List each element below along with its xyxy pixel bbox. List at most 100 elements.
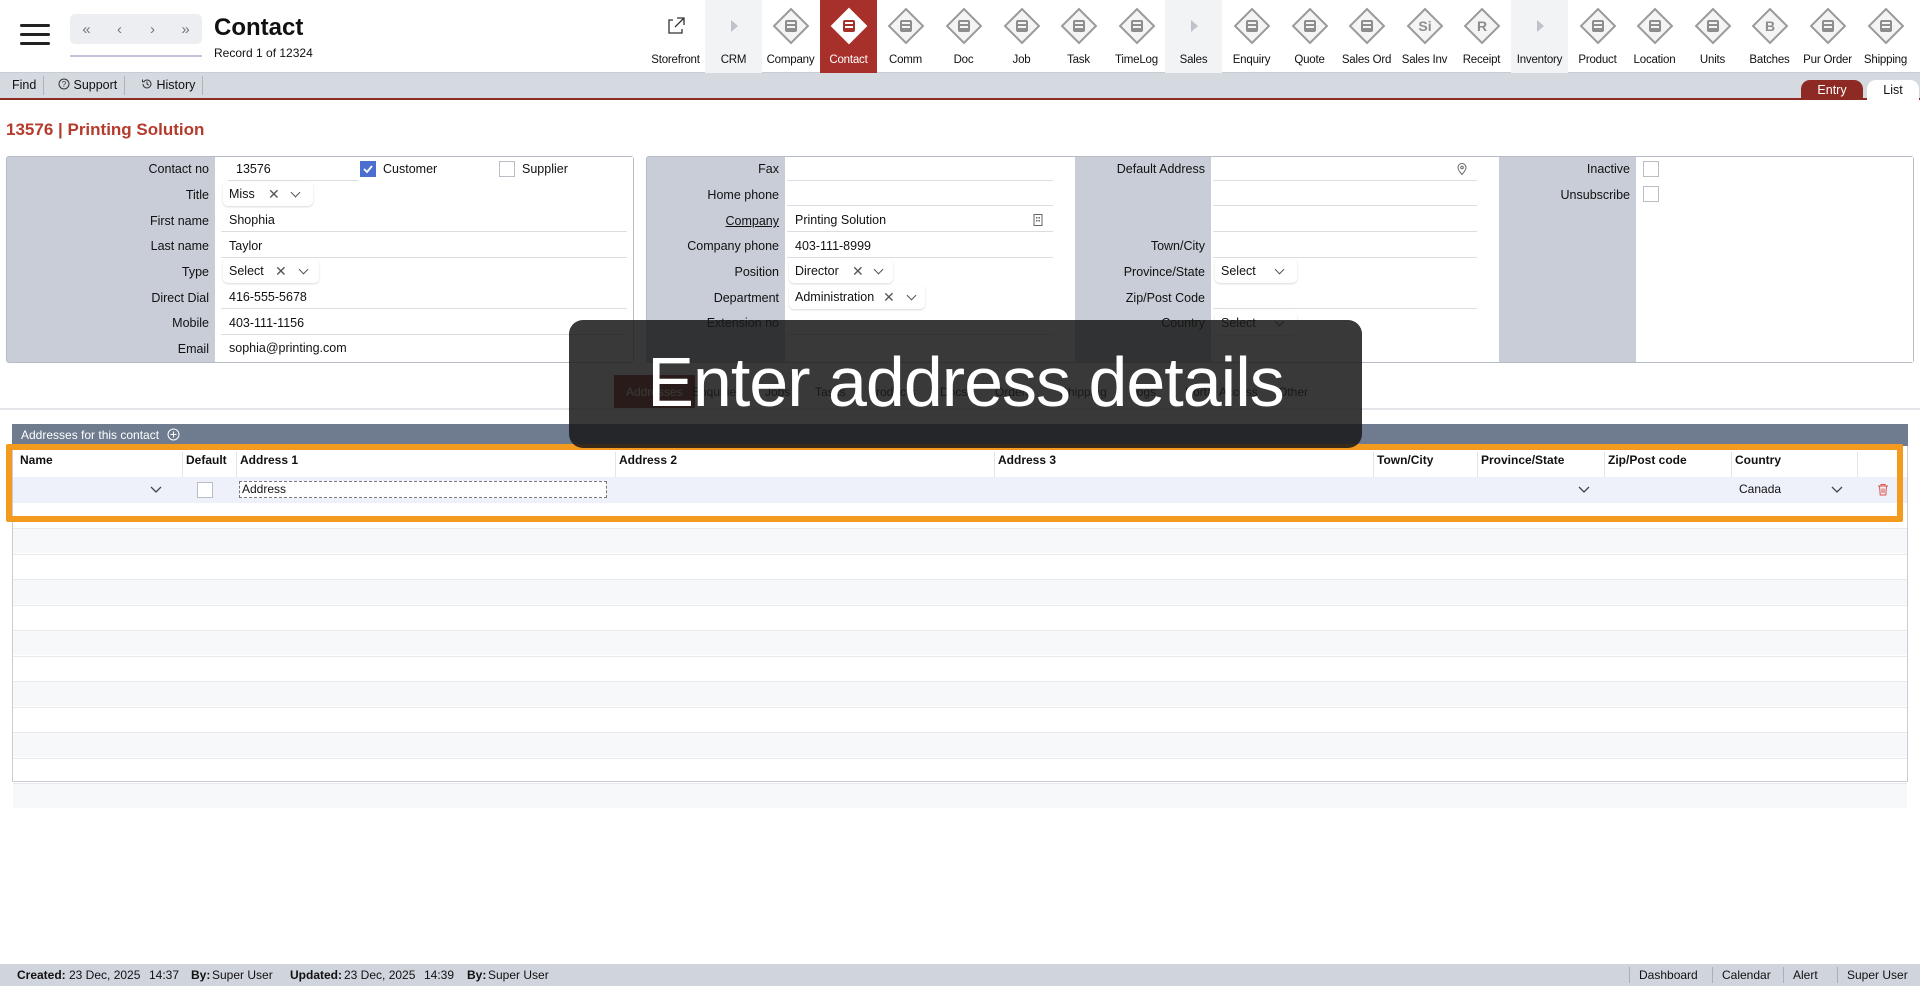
first-record-button[interactable]: «: [70, 14, 103, 44]
support-button[interactable]: ? Support: [58, 73, 126, 98]
module-label: Product: [1578, 54, 1617, 66]
instruction-text: Enter address details: [647, 343, 1285, 421]
position-label: Position: [734, 265, 779, 279]
module-contact[interactable]: Contact: [820, 0, 877, 73]
footer-link-dashboard[interactable]: Dashboard: [1629, 964, 1698, 986]
direct-dial-label: Direct Dial: [151, 291, 209, 305]
svg-text:Si: Si: [1418, 18, 1431, 34]
address-line-field[interactable]: [1213, 182, 1477, 206]
default-address-field[interactable]: [1213, 157, 1477, 181]
job-icon: [1003, 7, 1041, 45]
location-pin-icon[interactable]: [1457, 163, 1467, 175]
footer-link-alert[interactable]: Alert: [1783, 964, 1818, 986]
module-crm[interactable]: CRM: [705, 0, 762, 73]
tab-list[interactable]: List: [1867, 80, 1919, 100]
zip-label: Zip/Post Code: [1125, 291, 1205, 305]
mobile-field[interactable]: 403-111-1156: [221, 311, 627, 335]
grid-header-title: Addresses for this contact: [21, 428, 160, 442]
home-phone-label: Home phone: [707, 188, 779, 202]
module-enquiry[interactable]: Enquiry: [1223, 0, 1280, 73]
module-batches[interactable]: B Batches: [1741, 0, 1798, 73]
module-sales-inv[interactable]: Si Sales Inv: [1396, 0, 1453, 73]
module-company[interactable]: Company: [762, 0, 819, 73]
module-quote[interactable]: Quote: [1281, 0, 1338, 73]
supplier-checkbox[interactable]: [499, 161, 515, 177]
first-name-label: First name: [149, 214, 209, 228]
table-row: [13, 706, 1907, 732]
svg-text:R: R: [1477, 18, 1487, 34]
module-comm[interactable]: Comm: [877, 0, 934, 73]
department-select[interactable]: Administration ✕: [789, 285, 925, 309]
clear-icon[interactable]: ✕: [268, 182, 280, 206]
zip-field[interactable]: [1213, 285, 1477, 309]
fax-field[interactable]: [787, 157, 1053, 181]
clock-icon: [1118, 7, 1156, 45]
first-name-field[interactable]: Shophia: [221, 208, 627, 232]
clear-icon[interactable]: ✕: [852, 259, 864, 283]
town-field[interactable]: [1213, 234, 1477, 258]
find-button[interactable]: Find: [12, 73, 45, 98]
last-record-button[interactable]: »: [169, 14, 202, 44]
company-value: Printing Solution: [795, 213, 887, 227]
address-line-2-field[interactable]: [1213, 208, 1477, 232]
module-location[interactable]: Location: [1626, 0, 1683, 73]
module-doc[interactable]: Doc: [935, 0, 992, 73]
created-time: 14:37: [149, 968, 180, 982]
external-link-icon: [668, 17, 685, 34]
add-circle-icon[interactable]: [167, 428, 180, 441]
module-sales-ord[interactable]: Sales Ord: [1338, 0, 1395, 73]
company-phone-field[interactable]: 403-111-8999: [787, 234, 1053, 258]
find-label: Find: [12, 78, 37, 92]
table-row: [13, 528, 1907, 553]
inactive-checkbox[interactable]: [1643, 161, 1659, 177]
module-job[interactable]: Job: [993, 0, 1050, 73]
svg-text:B: B: [1765, 18, 1775, 34]
table-row: [13, 681, 1907, 706]
province-select[interactable]: Select: [1215, 259, 1297, 283]
home-phone-field[interactable]: [787, 182, 1053, 206]
arrow-right-icon: [731, 20, 738, 32]
previous-record-button[interactable]: ‹: [103, 14, 136, 44]
menu-icon[interactable]: [20, 22, 50, 46]
contact-no-field[interactable]: 13576: [228, 157, 358, 181]
module-sales[interactable]: Sales: [1165, 0, 1222, 73]
clear-icon[interactable]: ✕: [883, 285, 895, 309]
table-row: [13, 732, 1907, 757]
module-units[interactable]: Units: [1684, 0, 1741, 73]
type-select[interactable]: Select ✕: [223, 259, 319, 283]
company-link[interactable]: Company: [647, 214, 780, 228]
company-field[interactable]: Printing Solution: [787, 208, 1053, 232]
unsubscribe-checkbox[interactable]: [1643, 186, 1659, 202]
footer-link-calendar[interactable]: Calendar: [1712, 964, 1771, 986]
help-circle-icon: ?: [58, 78, 70, 90]
module-label: Enquiry: [1232, 54, 1271, 66]
tab-entry[interactable]: Entry: [1801, 80, 1863, 100]
customer-checkbox[interactable]: [360, 161, 376, 177]
module-pur-order[interactable]: Pur Order: [1799, 0, 1856, 73]
receipt-icon: R: [1463, 7, 1501, 45]
inactive-label: Inactive: [1586, 162, 1630, 176]
position-select[interactable]: Director ✕: [789, 259, 893, 283]
footer-link-user[interactable]: Super User: [1837, 964, 1908, 986]
email-field[interactable]: sophia@printing.com: [221, 336, 627, 360]
module-shipping[interactable]: Shipping: [1857, 0, 1914, 73]
record-navigation: « ‹ › »: [70, 14, 202, 44]
module-label: Location: [1633, 54, 1676, 66]
building-icon[interactable]: [1033, 214, 1043, 226]
table-row: [13, 553, 1907, 579]
module-storefront[interactable]: Storefront: [647, 0, 704, 73]
nav-underline: [70, 55, 202, 57]
next-record-button[interactable]: ›: [136, 14, 169, 44]
module-timelog[interactable]: TimeLog: [1108, 0, 1165, 73]
chevron-down-icon: [1274, 264, 1285, 275]
last-name-field[interactable]: Taylor: [221, 234, 627, 258]
module-receipt[interactable]: R Receipt: [1453, 0, 1510, 73]
title-select[interactable]: Miss ✕: [223, 182, 313, 206]
history-button[interactable]: History: [141, 73, 204, 98]
table-row: [13, 757, 1907, 783]
module-product[interactable]: Product: [1569, 0, 1626, 73]
module-inventory[interactable]: Inventory: [1511, 0, 1568, 73]
clear-icon[interactable]: ✕: [275, 259, 287, 283]
module-task[interactable]: Task: [1050, 0, 1107, 73]
direct-dial-field[interactable]: 416-555-5678: [221, 285, 627, 309]
